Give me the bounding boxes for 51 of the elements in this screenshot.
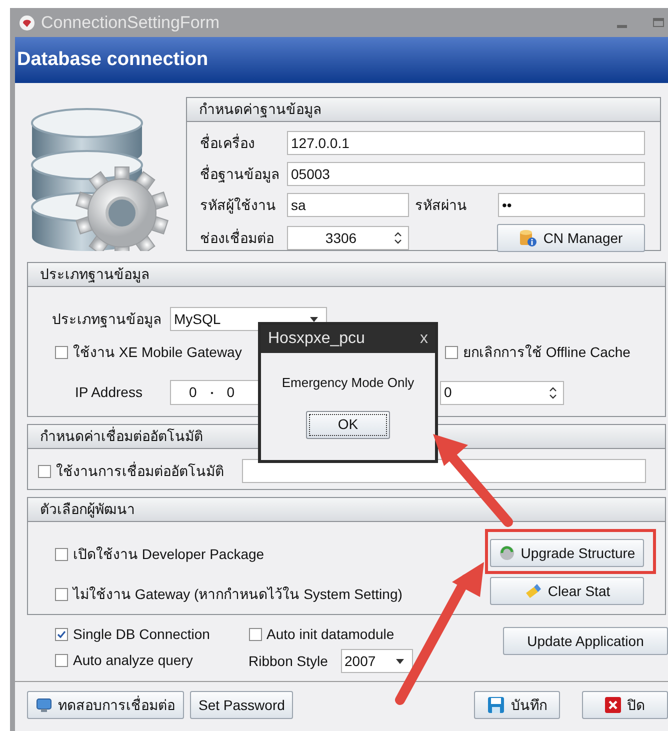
eraser-icon: [524, 583, 542, 599]
upgrade-structure-button[interactable]: Upgrade Structure: [490, 539, 644, 567]
port-spinner[interactable]: 0: [440, 380, 564, 404]
host-field[interactable]: 127.0.0.1: [287, 131, 645, 155]
group-title: ประเภทฐานข้อมูล: [28, 263, 665, 287]
monitor-icon: [36, 697, 52, 713]
dialog-close-button[interactable]: x: [420, 327, 428, 351]
ribbon-style-dropdown[interactable]: 2007: [340, 649, 413, 673]
dropdown-arrow-icon: [396, 658, 404, 664]
checkbox[interactable]: ใช้งานการเชื่อมต่ออัตโนมัติ: [38, 460, 242, 482]
close-button[interactable]: ปิด: [582, 691, 668, 719]
checkbox[interactable]: ยกเลิกการใช้ Offline Cache: [445, 342, 630, 363]
cn-manager-button[interactable]: CN Manager: [497, 224, 645, 252]
field-label: ชื่อฐานข้อมูล: [200, 164, 281, 184]
database-info-icon: [519, 229, 538, 247]
field-label: Ribbon Style: [248, 652, 329, 671]
ok-button[interactable]: OK: [306, 410, 390, 438]
refresh-gear-icon: [498, 545, 515, 561]
checkmark-icon: [57, 630, 66, 639]
maximize-icon[interactable]: [653, 18, 664, 27]
field-label: ประเภทฐานข้อมูล: [52, 310, 163, 330]
field-label: รหัสผู้ใช้งาน: [200, 196, 277, 216]
spin-arrows-icon: [394, 231, 402, 245]
window-title: ConnectionSettingForm: [41, 12, 220, 34]
header-title: Database connection: [17, 48, 208, 72]
group-title: ตัวเลือกผู้พัฒนา: [28, 498, 665, 522]
checkbox[interactable]: Auto analyze query: [55, 650, 249, 671]
app-logo-icon: [19, 14, 35, 30]
field-label: IP Address: [75, 383, 144, 402]
password-field[interactable]: ••: [498, 193, 645, 217]
save-button[interactable]: บันทึก: [474, 691, 560, 719]
checkbox[interactable]: Single DB Connection: [55, 624, 249, 645]
database-field[interactable]: 05003: [287, 162, 645, 186]
dialog-title: Hosxpxe_pcu: [268, 329, 365, 349]
group-title: กำหนดค่าฐานข้อมูล: [187, 98, 660, 122]
spin-arrows-icon: [549, 386, 557, 400]
update-application-button[interactable]: Update Application: [503, 627, 668, 655]
minimize-icon[interactable]: [617, 24, 627, 28]
port-spinner[interactable]: 3306: [287, 226, 409, 250]
dialog-message: Emergency Mode Only: [280, 374, 416, 392]
field-label: รหัสผ่าน: [415, 196, 468, 214]
clear-stat-button[interactable]: Clear Stat: [490, 577, 644, 605]
field-label: ชื่อเครื่อง: [200, 132, 256, 152]
close-icon: [604, 697, 621, 713]
checkbox[interactable]: เปิดใช้งาน Developer Package: [55, 544, 490, 565]
field-label: ช่องเชื่อมต่อ: [200, 228, 275, 248]
checkbox[interactable]: ไม่ใช้งาน Gateway (หากกำหนดไว้ใน System Setting): [55, 584, 490, 605]
test-connection-button[interactable]: ทดสอบการเชื่อมต่อ: [27, 691, 184, 719]
username-field[interactable]: sa: [287, 193, 409, 217]
set-password-button[interactable]: Set Password: [190, 691, 294, 719]
checkbox[interactable]: Auto init datamodule: [248, 624, 503, 645]
